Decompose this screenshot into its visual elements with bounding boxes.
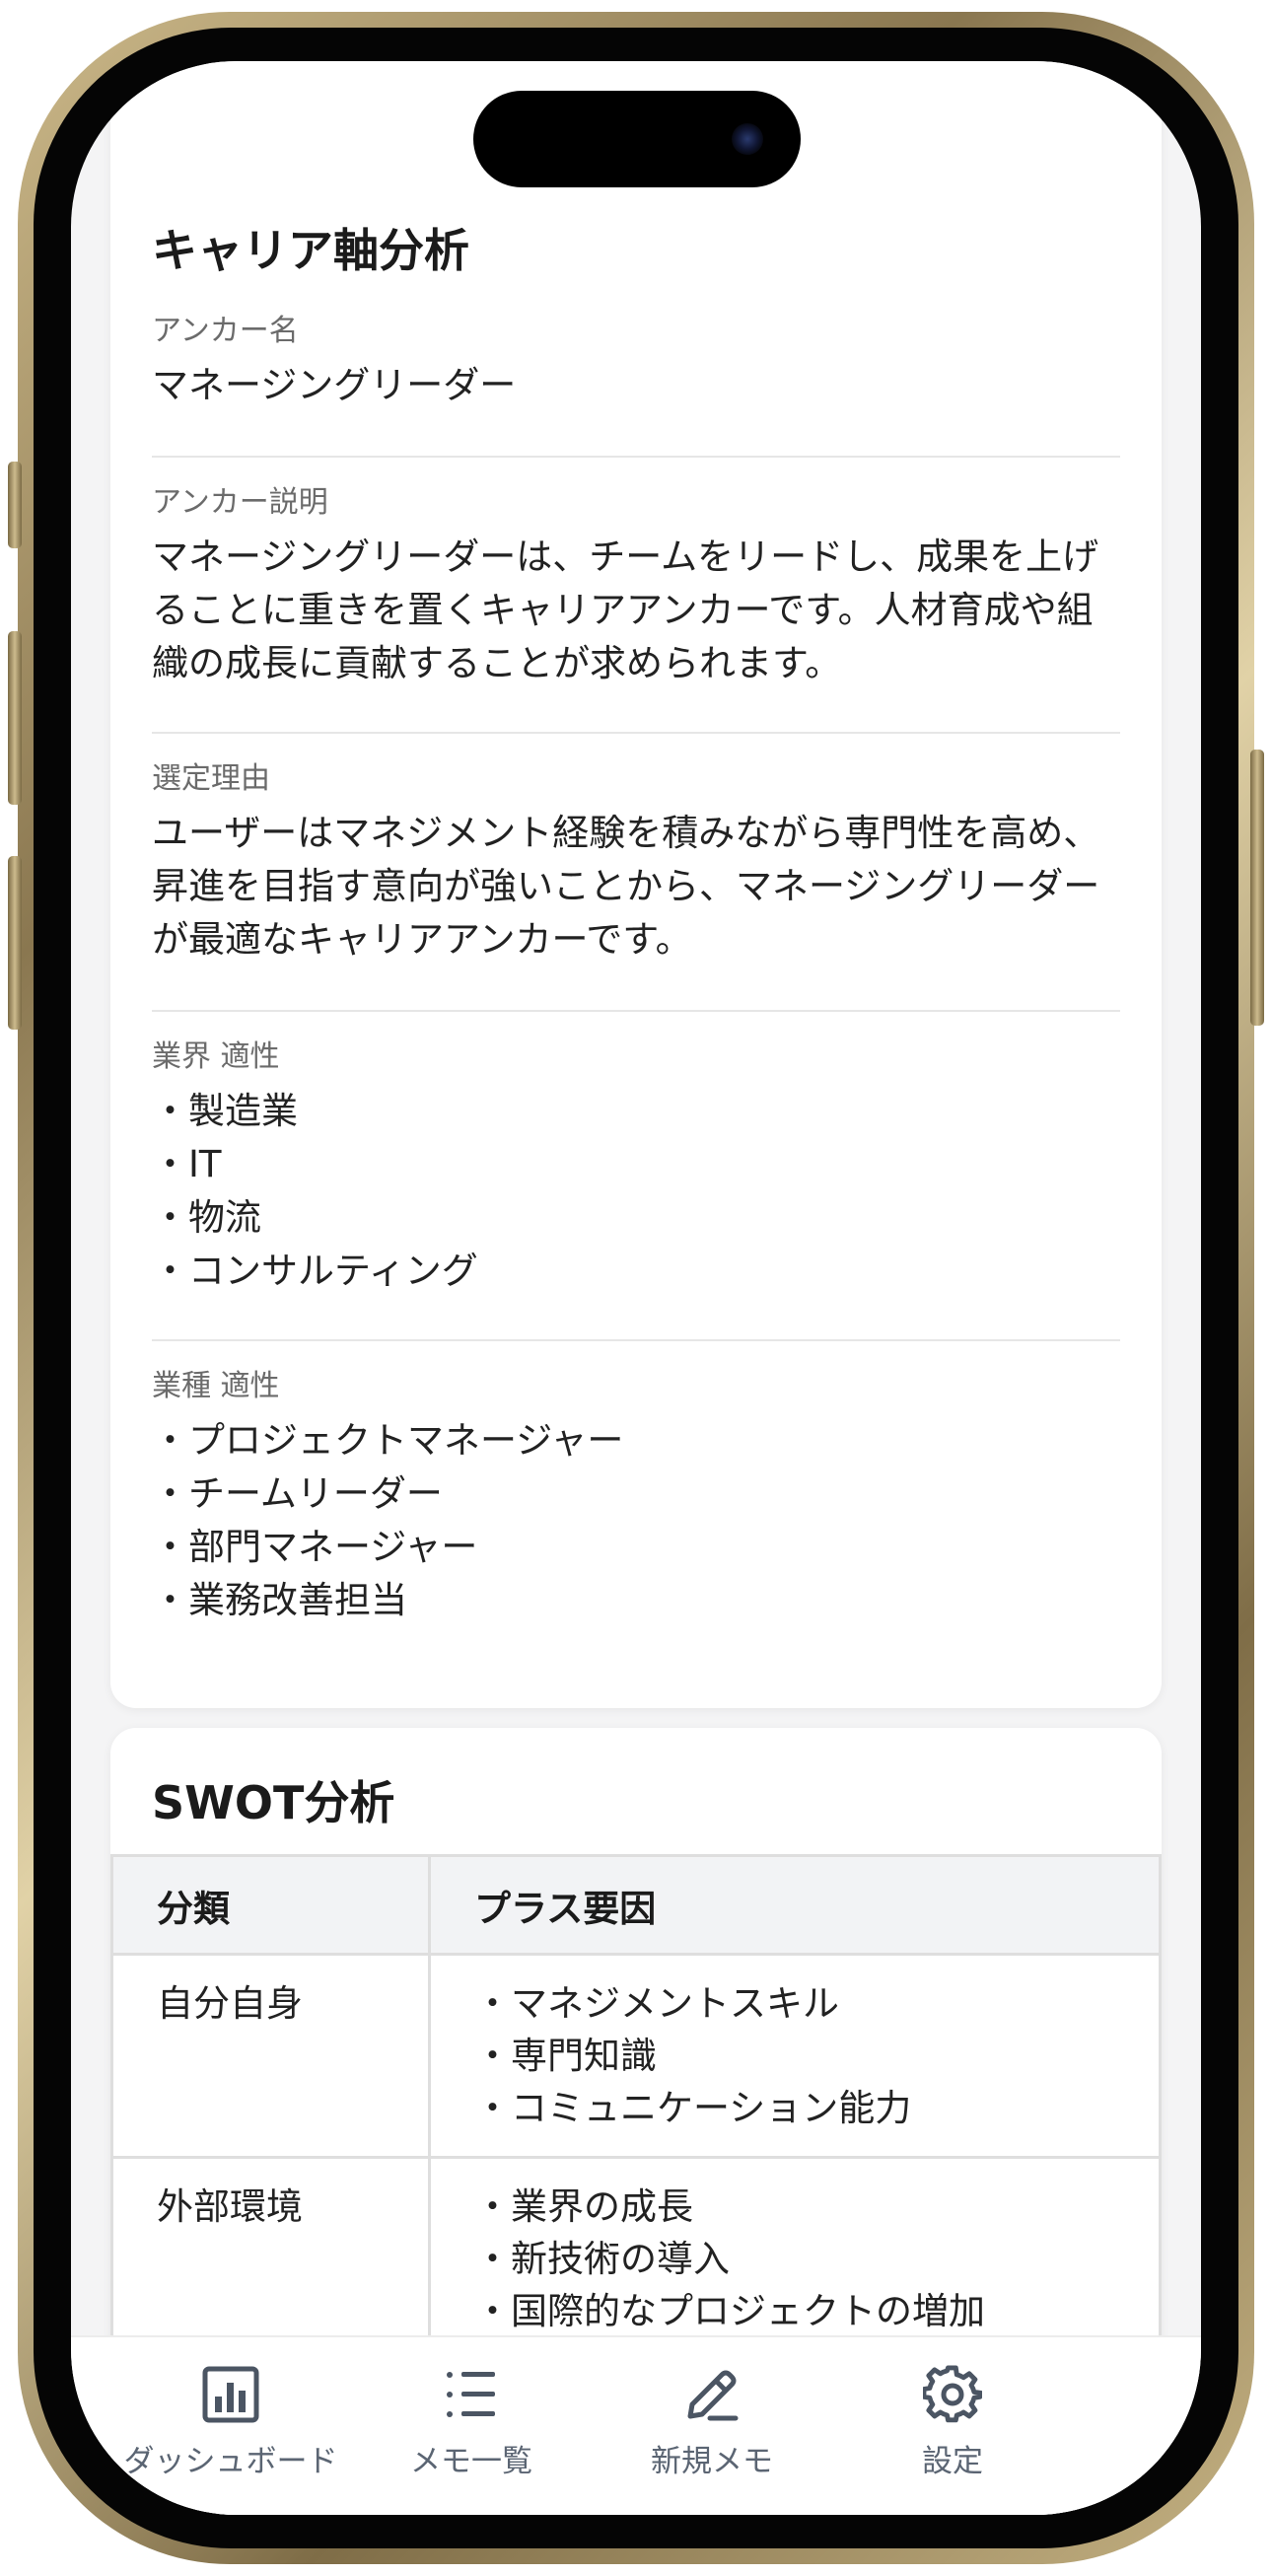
swot-title: SWOT分析 bbox=[152, 1776, 395, 1829]
factors-cell: ・業界の成長 ・新技術の導入 ・国際的なプロジェクトの増加 bbox=[428, 2156, 1162, 2362]
tab-bar: ダッシュボード メモ一覧 新規メモ 設定 bbox=[71, 2335, 1201, 2515]
job-fit-field: 業種 適性 ・プロジェクトマネージャー ・チームリーダー ・部門マネージャー ・… bbox=[152, 1367, 1120, 1627]
list-item: ・プロジェクトマネージャー bbox=[152, 1419, 624, 1462]
tab-label: 新規メモ bbox=[651, 2444, 773, 2479]
column-header: プラス要因 bbox=[428, 1854, 1162, 1956]
job-fit-label: 業種 適性 bbox=[152, 1369, 280, 1403]
list-item: ・部門マネージャー bbox=[152, 1526, 478, 1568]
table-row: 自分自身 ・マネジメントスキル ・専門知識 ・コミュニケーション能力 bbox=[110, 1953, 1162, 2159]
anchor-description-line: 織の成長に貢献することが求められます。 bbox=[152, 642, 842, 684]
tab-memo-list[interactable]: メモ一覧 bbox=[353, 2365, 590, 2480]
selection-reason-line: 昇進を目指す意向が強いことから、マネージングリーダー bbox=[152, 865, 1100, 907]
tab-label: メモ一覧 bbox=[410, 2444, 532, 2479]
list-item: ・業界の成長 bbox=[474, 2185, 693, 2228]
divider bbox=[152, 732, 1120, 734]
pencil-icon bbox=[687, 2370, 739, 2421]
column-header: 分類 bbox=[110, 1854, 431, 1956]
list-icon bbox=[447, 2372, 495, 2417]
career-analysis-title: キャリア軸分析 bbox=[152, 224, 469, 277]
selection-reason-line: が最適なキャリアアンカーです。 bbox=[152, 918, 692, 961]
list-item: ・チームリーダー bbox=[152, 1472, 443, 1515]
tab-label: ダッシュボード bbox=[123, 2444, 338, 2479]
dashboard-icon bbox=[202, 2366, 259, 2423]
list-item: ・業務改善担当 bbox=[152, 1579, 407, 1621]
list-item: ・新技術の導入 bbox=[474, 2238, 730, 2280]
list-item: ・コンサルティング bbox=[152, 1250, 478, 1292]
selection-reason-line: ユーザーはマネジメント経験を積みながら専門性を高め、 bbox=[152, 812, 1100, 854]
table-row: 外部環境 ・業界の成長 ・新技術の導入 ・国際的なプロジェクトの増加 bbox=[110, 2156, 1162, 2362]
industry-fit-field: 業界 適性 ・製造業 ・IT ・物流 ・コンサルティング bbox=[152, 1038, 1120, 1298]
list-item: ・マネジメントスキル bbox=[474, 1982, 839, 2025]
divider bbox=[152, 1339, 1120, 1341]
tab-new-memo[interactable]: 新規メモ bbox=[594, 2365, 830, 2480]
selection-reason-field: 選定理由 ユーザーはマネジメント経験を積みながら専門性を高め、 昇進を目指す意向… bbox=[152, 759, 1120, 966]
industry-fit-label: 業界 適性 bbox=[152, 1039, 280, 1074]
divider bbox=[152, 456, 1120, 458]
volume-down-button bbox=[8, 856, 22, 1030]
anchor-description-line: ることに重きを置くキャリアアンカーです。人材育成や組 bbox=[152, 589, 1094, 631]
screen: キャリア軸分析 アンカー名 マネージングリーダー アンカー説明 マネージングリー… bbox=[71, 61, 1201, 2515]
tab-settings[interactable]: 設定 bbox=[834, 2365, 1071, 2480]
volume-up-button bbox=[8, 631, 22, 805]
category-cell: 外部環境 bbox=[110, 2156, 431, 2362]
career-analysis-card: キャリア軸分析 アンカー名 マネージングリーダー アンカー説明 マネージングリー… bbox=[110, 61, 1162, 1708]
anchor-name-value: マネージングリーダー bbox=[152, 364, 517, 406]
gear-icon bbox=[923, 2365, 982, 2423]
anchor-name-label: アンカー名 bbox=[152, 314, 299, 348]
factors-cell: ・マネジメントスキル ・専門知識 ・コミュニケーション能力 bbox=[428, 1953, 1162, 2159]
category-cell: 自分自身 bbox=[110, 1953, 431, 2159]
list-item: ・製造業 bbox=[152, 1090, 298, 1132]
list-item: ・物流 bbox=[152, 1196, 261, 1239]
camera-icon bbox=[732, 123, 763, 155]
anchor-description-field: アンカー説明 マネージングリーダーは、チームをリードし、成果を上げ ることに重き… bbox=[152, 483, 1120, 690]
list-item: ・専門知識 bbox=[474, 2035, 657, 2077]
action-button bbox=[8, 462, 22, 548]
anchor-name-field: アンカー名 マネージングリーダー bbox=[152, 312, 1120, 412]
selection-reason-label: 選定理由 bbox=[152, 761, 270, 796]
anchor-description-line: マネージングリーダーは、チームをリードし、成果を上げ bbox=[152, 536, 1099, 578]
swot-table: 分類 プラス要因 自分自身 ・マネジメントスキル ・専門知識 ・コミュニケーショ… bbox=[110, 1854, 1162, 2362]
anchor-description-label: アンカー説明 bbox=[152, 485, 328, 520]
power-button bbox=[1250, 750, 1264, 1026]
tab-label: 設定 bbox=[922, 2444, 983, 2479]
list-item: ・IT bbox=[152, 1143, 222, 1185]
list-item: ・コミュニケーション能力 bbox=[474, 2087, 912, 2129]
table-header-row: 分類 プラス要因 bbox=[110, 1854, 1162, 1956]
list-item: ・国際的なプロジェクトの増加 bbox=[474, 2290, 985, 2332]
dynamic-island bbox=[473, 91, 801, 187]
divider bbox=[152, 1010, 1120, 1012]
tab-dashboard[interactable]: ダッシュボード bbox=[112, 2365, 349, 2480]
